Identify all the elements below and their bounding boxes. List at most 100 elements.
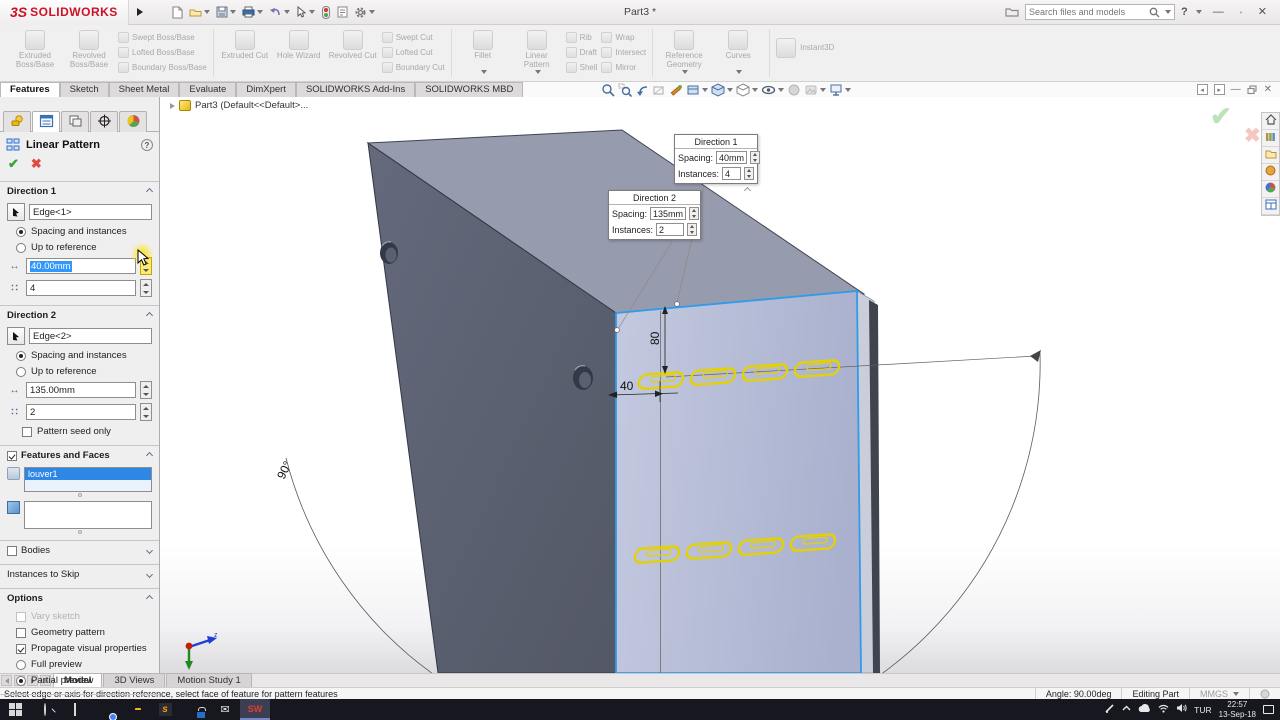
d2-instances-spinner[interactable] (140, 403, 152, 421)
dropdown-caret[interactable] (257, 10, 263, 14)
dropdown-caret[interactable] (682, 70, 688, 74)
tab-sketch[interactable]: Sketch (60, 82, 109, 97)
dropdown-caret[interactable] (535, 70, 541, 74)
direction2-edge-field[interactable]: Edge<2> (29, 328, 152, 344)
previous-view-icon[interactable] (634, 83, 650, 97)
d1-up-to-reference-radio[interactable] (16, 243, 26, 253)
menu-expand-arrow-icon[interactable] (137, 8, 143, 16)
confirm-cancel-watermark-icon[interactable]: ✖ (1244, 123, 1261, 148)
next-document-icon[interactable]: ▸ (1214, 84, 1225, 95)
boundary-boss-base-button[interactable]: Boundary Boss/Base (118, 61, 207, 74)
tab-evaluate[interactable]: Evaluate (179, 82, 236, 97)
pen-icon[interactable] (1105, 703, 1115, 716)
draft-button[interactable]: Draft (566, 46, 598, 59)
fillet-button[interactable]: Fillet (458, 28, 508, 74)
d2-spacing-spinner[interactable] (140, 381, 152, 399)
full-preview-radio[interactable] (16, 660, 26, 670)
onedrive-icon[interactable] (1138, 704, 1151, 716)
solidworks-taskbar-button[interactable]: SW (240, 699, 270, 720)
search-taskbar-button[interactable] (30, 699, 60, 720)
doc-close-icon[interactable]: ✕ (1264, 84, 1272, 95)
collapse-chevron-icon[interactable] (146, 188, 153, 195)
features-faces-checkbox[interactable] (7, 451, 17, 461)
clock[interactable]: 22:57 13-Sep-18 (1219, 700, 1256, 720)
new-document-button[interactable] (169, 2, 185, 22)
view-orientation-icon[interactable] (710, 83, 734, 97)
pattern-seed-only-checkbox[interactable] (22, 427, 32, 437)
section-bodies[interactable]: Bodies (0, 540, 159, 558)
rebuild-button[interactable] (319, 2, 333, 22)
callout-d2-spacing-spinner[interactable] (689, 207, 699, 220)
file-explorer-pane-tab[interactable] (1262, 147, 1279, 164)
help-dropdown-caret[interactable] (1196, 10, 1202, 14)
display-manager-tab[interactable] (119, 111, 147, 132)
minimize-button[interactable]: — (1208, 3, 1229, 21)
section-features-faces[interactable]: Features and Faces (0, 445, 159, 463)
chrome-taskbar-button[interactable] (90, 699, 120, 720)
tab-sheet-metal[interactable]: Sheet Metal (109, 82, 180, 97)
start-taskbar-button[interactable] (0, 699, 30, 720)
options-gear-button[interactable] (352, 2, 377, 22)
hole-wizard-button[interactable]: Hole Wizard (274, 28, 324, 69)
search-input[interactable] (1029, 7, 1146, 17)
color-swatch-tab[interactable] (1262, 181, 1279, 198)
language-indicator[interactable]: TUR (1194, 705, 1211, 715)
close-button[interactable]: ✕ (1253, 3, 1272, 21)
intersect-button[interactable]: Intersect (601, 46, 646, 59)
print-button[interactable] (240, 2, 265, 22)
dropdown-caret[interactable] (820, 88, 826, 92)
propagate-visual-properties-checkbox[interactable] (16, 644, 26, 654)
tab-dimxpert[interactable]: DimXpert (236, 82, 296, 97)
rib-button[interactable]: Rib (566, 31, 598, 44)
callout-d2-instances-field[interactable]: 2 (656, 223, 684, 236)
search-icon[interactable] (1149, 7, 1160, 18)
section-options[interactable]: Options (0, 588, 159, 606)
help-button[interactable]: ? (1181, 6, 1188, 18)
sketch-settings-icon[interactable] (668, 83, 684, 97)
dimxpert-manager-tab[interactable] (90, 111, 118, 132)
swept-cut-button[interactable]: Swept Cut (382, 31, 445, 44)
appearances-tab[interactable] (1262, 164, 1279, 181)
dropdown-caret[interactable] (204, 10, 210, 14)
dropdown-caret[interactable] (284, 10, 290, 14)
mirror-button[interactable]: Mirror (601, 61, 646, 74)
apply-scene-icon[interactable] (803, 83, 827, 97)
expand-chevron-icon[interactable] (146, 547, 153, 554)
view-settings-icon[interactable] (828, 83, 852, 97)
dropdown-caret[interactable] (230, 10, 236, 14)
extruded-boss-base-button[interactable]: Extruded Boss/Base (10, 28, 60, 69)
confirm-ok-watermark-icon[interactable]: ✔ (1210, 101, 1232, 132)
solidworks-logo[interactable]: 3S SOLIDWORKS (0, 0, 129, 25)
cancel-button[interactable]: ✖ (31, 156, 42, 172)
collapse-chevron-icon[interactable] (146, 312, 153, 319)
units-dropdown-caret[interactable] (1233, 692, 1239, 696)
design-library-tab[interactable] (1262, 130, 1279, 147)
revolved-boss-base-button[interactable]: Revolved Boss/Base (64, 28, 114, 69)
dropdown-caret[interactable] (736, 70, 742, 74)
collapse-chevron-icon[interactable] (146, 452, 153, 459)
lofted-cut-button[interactable]: Lofted Cut (382, 46, 445, 59)
zoom-area-icon[interactable] (617, 83, 633, 97)
instant3d-button[interactable]: Instant3D (776, 28, 834, 58)
select-cursor-button[interactable] (294, 2, 317, 22)
faces-listbox[interactable] (24, 501, 152, 529)
swept-boss-base-button[interactable]: Swept Boss/Base (118, 31, 207, 44)
media-app-taskbar-button[interactable] (270, 699, 300, 720)
direction1-reverse-button[interactable] (7, 203, 25, 221)
wifi-icon[interactable] (1158, 704, 1169, 716)
volume-icon[interactable] (1176, 703, 1187, 716)
restore-button[interactable] (1235, 7, 1247, 18)
dropdown-caret[interactable] (752, 88, 758, 92)
hide-show-items-icon[interactable] (760, 83, 785, 97)
d1-spacing-field[interactable]: 40.00mm (26, 258, 136, 274)
linear-pattern-button[interactable]: Linear Pattern (512, 28, 562, 74)
collapse-chevron-icon[interactable] (146, 595, 153, 602)
model-front-face-selected[interactable] (616, 291, 861, 673)
extruded-cut-button[interactable]: Extruded Cut (220, 28, 270, 69)
lofted-boss-base-button[interactable]: Lofted Boss/Base (118, 46, 207, 59)
sublime-text-taskbar-button[interactable]: s (150, 699, 180, 720)
tab-solidworks-add-ins[interactable]: SOLIDWORKS Add-Ins (296, 82, 415, 97)
home-tab[interactable] (1262, 113, 1279, 130)
callout-d2-instances-spinner[interactable] (687, 223, 697, 236)
media-app-taskbar-button-2[interactable] (300, 699, 330, 720)
